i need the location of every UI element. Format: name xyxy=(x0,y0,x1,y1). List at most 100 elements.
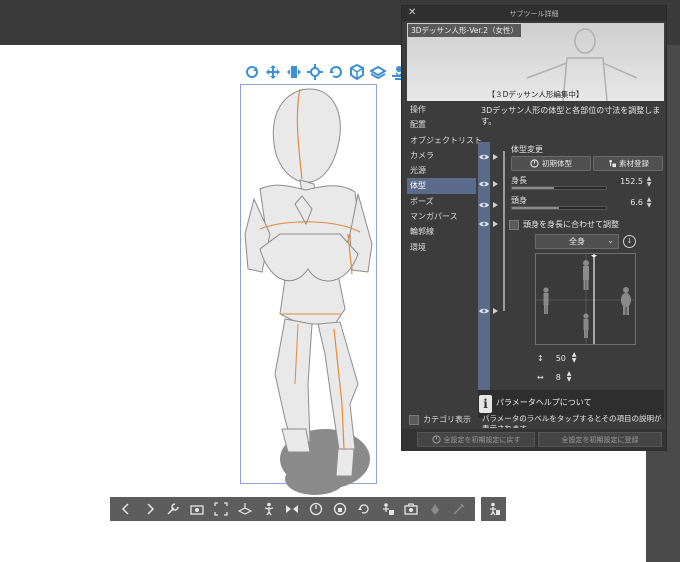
panel-title: サブツール詳細 xyxy=(509,10,559,18)
body-shape-grid[interactable] xyxy=(535,253,636,345)
head-ratio-slider-fill xyxy=(512,207,559,209)
category-item-operation[interactable]: 操作 xyxy=(407,102,476,117)
info-icon: i xyxy=(479,395,492,413)
plane-move-icon[interactable] xyxy=(370,64,386,80)
category-item-body-shape[interactable]: 体型 xyxy=(407,178,476,194)
body-part-select[interactable]: 全身 ⌄ xyxy=(535,234,619,249)
head-ratio-spinner-icon[interactable]: ▲ ▼ xyxy=(645,197,653,209)
eye-icon[interactable] xyxy=(479,200,489,210)
spacing-spinner-icon[interactable]: ▲ ▼ xyxy=(567,371,572,383)
sub-tool-detail-panel: ✕ サブツール詳細 3Dデッサン人形-Ver.2（女性） 【３Dデッサン人形編集… xyxy=(401,5,667,451)
body-type-figures xyxy=(543,260,631,338)
category-description: 3Dデッサン人形の体型と各部位の寸法を調整します。 xyxy=(481,106,661,126)
category-item-outline[interactable]: 輪郭線 xyxy=(407,224,476,239)
group-bracket xyxy=(503,151,505,311)
expand-arrow-icon[interactable] xyxy=(493,221,498,227)
lock-icon[interactable] xyxy=(333,502,348,517)
eye-icon[interactable] xyxy=(479,179,489,189)
3d-drawing-figure[interactable] xyxy=(240,84,390,504)
expand-arrow-icon[interactable] xyxy=(493,154,498,160)
scale-row: ↕ 50 ▲ ▼ xyxy=(537,352,577,364)
visibility-column xyxy=(478,142,490,399)
category-item-pose[interactable]: ポーズ xyxy=(407,194,476,209)
chevron-down-icon: ⌄ xyxy=(607,236,614,245)
height-spinner-icon[interactable]: ▲ ▼ xyxy=(645,176,653,188)
expand-arrow-icon[interactable] xyxy=(493,202,498,208)
category-item-manga-perspective[interactable]: マンガパース xyxy=(407,209,476,224)
eye-icon[interactable] xyxy=(479,152,489,162)
adjust-head-to-height-toggle[interactable]: 頭身を身長に合わせて調整 xyxy=(509,219,619,230)
pose-scanner-icon xyxy=(489,502,500,516)
reset-icon xyxy=(530,159,539,168)
scale-spinner-icon[interactable]: ▲ ▼ xyxy=(572,352,577,364)
rotate-lock-icon[interactable] xyxy=(356,502,371,517)
register-all-label: 全設定を初期設定に登録 xyxy=(561,435,639,444)
expand-arrow-icon[interactable] xyxy=(493,308,498,314)
material-icon xyxy=(609,159,616,168)
head-ratio-slider[interactable] xyxy=(511,206,607,210)
height-label[interactable]: 身長 xyxy=(511,175,527,186)
expand-arrow-icon[interactable] xyxy=(493,181,498,187)
hand-icon[interactable] xyxy=(428,502,443,517)
scale-icon[interactable] xyxy=(349,64,365,80)
height-value[interactable]: 152.5 xyxy=(611,177,643,186)
editing-status: 【３Dデッサン人形編集中】 xyxy=(487,90,584,99)
help-text: パラメータのラベルをタップするとその項目の説明が表示されます。 xyxy=(482,414,662,428)
category-item-environment[interactable]: 環境 xyxy=(407,240,476,255)
rotate-icon[interactable] xyxy=(328,64,344,80)
reset-part-icon[interactable]: ↓ xyxy=(623,235,636,248)
panel-titlebar: ✕ サブツール詳細 xyxy=(402,6,666,21)
head-ratio-value[interactable]: 6.6 xyxy=(611,198,643,207)
adjust-head-checkbox[interactable] xyxy=(509,219,519,230)
eye-icon[interactable] xyxy=(479,219,489,229)
category-item-camera[interactable]: カメラ xyxy=(407,148,476,163)
vertical-resize-icon: ↕ xyxy=(537,353,544,363)
horizontal-resize-icon: ↔ xyxy=(537,372,544,382)
adjust-head-label: 頭身を身長に合わせて調整 xyxy=(523,220,619,229)
reset-icon xyxy=(431,435,441,444)
reset-all-button[interactable]: 全設定を初期設定に戻す xyxy=(417,432,535,447)
category-item-placement[interactable]: 配置 xyxy=(407,117,476,132)
help-title: パラメータヘルプについて xyxy=(496,398,592,407)
prev-icon[interactable] xyxy=(118,502,133,517)
object-bottom-toolbar xyxy=(110,497,475,521)
head-ratio-label[interactable]: 頭身 xyxy=(511,195,527,206)
eye-icon[interactable] xyxy=(479,306,489,316)
camera-icon[interactable] xyxy=(190,502,205,517)
spacing-row: ↔ 8 ▲ ▼ xyxy=(537,371,571,383)
category-show-checkbox[interactable] xyxy=(409,414,419,425)
initial-body-button[interactable]: 初期体型 xyxy=(511,156,591,171)
foot-icon[interactable] xyxy=(452,502,467,517)
model-preview: 3Dデッサン人形-Ver.2（女性） 【３Dデッサン人形編集中】 xyxy=(407,23,664,101)
register-material-button[interactable]: 素材登録 xyxy=(593,156,663,171)
flip-icon[interactable] xyxy=(285,502,300,517)
register-material-label: 素材登録 xyxy=(619,159,649,168)
category-show-toggle[interactable]: カテゴリ表示 xyxy=(409,414,471,425)
fit-icon[interactable] xyxy=(214,502,229,517)
height-slider[interactable] xyxy=(511,186,607,190)
reset-icon[interactable] xyxy=(309,502,324,517)
camera-zoom-icon[interactable] xyxy=(286,64,302,80)
object-launcher-toolbar xyxy=(244,64,407,82)
camera-pan-icon[interactable] xyxy=(265,64,281,80)
pose-scanner-button[interactable] xyxy=(481,497,506,521)
category-show-label: カテゴリ表示 xyxy=(423,415,471,424)
next-icon[interactable] xyxy=(142,502,157,517)
spacing-value[interactable]: 8 xyxy=(556,373,561,382)
category-list: 操作 配置 オブジェクトリスト カメラ 光源 体型 ポーズ マンガパース 輪郭線… xyxy=(407,102,482,255)
scale-value[interactable]: 50 xyxy=(556,354,566,363)
settings-icon[interactable] xyxy=(380,502,395,517)
category-item-light[interactable]: 光源 xyxy=(407,163,476,178)
wrench-icon[interactable] xyxy=(166,502,181,517)
category-item-object-list[interactable]: オブジェクトリスト xyxy=(407,133,482,148)
preview-model-name: 3Dデッサン人形-Ver.2（女性） xyxy=(408,24,521,37)
body-change-section-title: 体型変更 xyxy=(511,145,543,154)
capture-icon[interactable] xyxy=(404,502,419,517)
initial-body-label: 初期体型 xyxy=(542,159,572,168)
camera-rotate-icon[interactable] xyxy=(244,64,260,80)
body-part-selected: 全身 xyxy=(569,237,585,246)
pose-icon[interactable] xyxy=(261,502,276,517)
register-all-button[interactable]: 全設定を初期設定に登録 xyxy=(538,432,662,447)
move-icon[interactable] xyxy=(307,64,323,80)
ground-icon[interactable] xyxy=(237,502,252,517)
